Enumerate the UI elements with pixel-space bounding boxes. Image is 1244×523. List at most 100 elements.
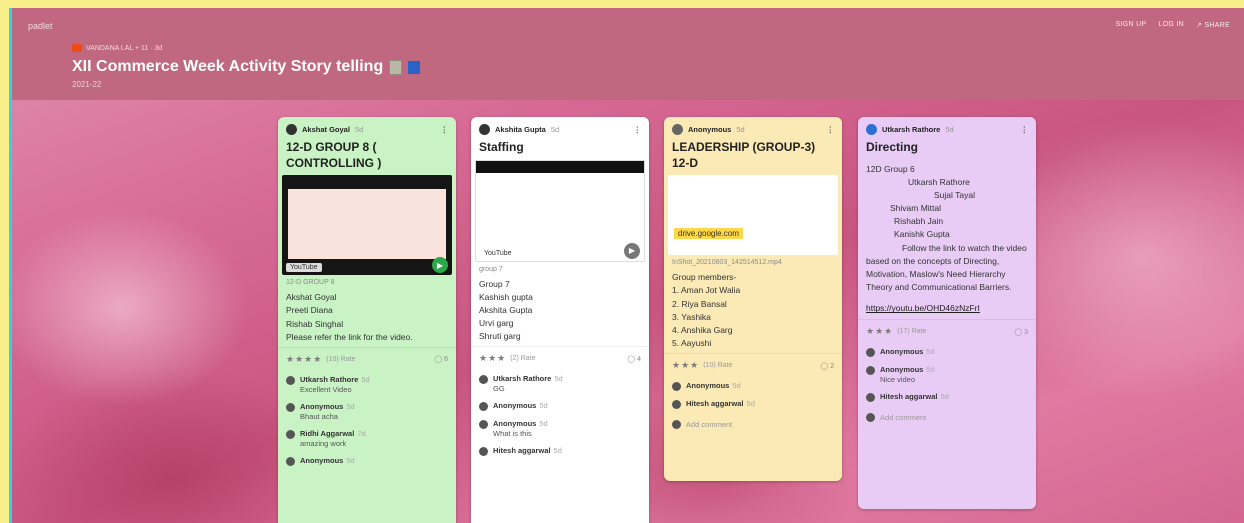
share-label: SHARE xyxy=(1204,22,1230,29)
star-rating-icon[interactable]: ★★★ xyxy=(479,353,506,364)
body-line: Please refer the link for the video. xyxy=(286,331,413,342)
post-card-controlling[interactable]: Akshat Goyal 5d ⋮ 12-D GROUP 8 ( CONTROL… xyxy=(278,117,456,523)
post-author: Akshita Gupta xyxy=(495,125,546,134)
author-avatar xyxy=(286,124,297,135)
post-menu-icon[interactable]: ⋮ xyxy=(1021,125,1029,134)
body-line: 2. Riya Bansal xyxy=(672,298,727,309)
star-rating-icon[interactable]: ★★★ xyxy=(672,360,699,371)
comment-time: 5d xyxy=(346,401,355,411)
post-title: 12-D GROUP 8 ( CONTROLLING ) xyxy=(286,140,382,170)
body-line: Urvi garg xyxy=(479,318,514,329)
commenter-avatar xyxy=(479,420,488,430)
comment-time: 5d xyxy=(553,446,562,456)
comment: Anonymous 5d Bhaut acha xyxy=(278,398,456,425)
commenter-avatar xyxy=(286,429,295,439)
comment-time: 5d xyxy=(554,374,563,384)
body-line: Sujal Tayal xyxy=(934,189,975,200)
body-line: Preeti Diana xyxy=(286,305,333,316)
comment: Anonymous 5d xyxy=(858,343,1036,361)
padlet-board: padlet SIGN UP LOG IN ↗ SHARE VANDANA LA… xyxy=(9,8,1244,523)
star-rating-icon[interactable]: ★★★★ xyxy=(286,354,322,365)
book-emoji-icon xyxy=(389,59,403,75)
commenter-avatar xyxy=(866,366,875,376)
video-thumbnail[interactable]: YouTube ▶ xyxy=(282,175,452,276)
share-button[interactable]: ↗ SHARE xyxy=(1196,21,1230,29)
comment: Anonymous 5d xyxy=(664,377,842,395)
commenter-name: Anonymous xyxy=(300,455,344,465)
post-menu-icon[interactable]: ⋮ xyxy=(441,125,449,134)
body-line: 3. Yashika xyxy=(672,311,711,322)
comment-text: GG xyxy=(493,384,505,394)
comment-text: Excellent Video xyxy=(300,384,352,394)
thumbnail-source-label: YouTube xyxy=(480,248,516,258)
rating-text[interactable]: (10) Rate xyxy=(326,356,355,363)
user-avatar xyxy=(672,420,681,430)
commenter-name: Anonymous xyxy=(493,401,537,411)
sign-up-link[interactable]: SIGN UP xyxy=(1116,21,1147,29)
attachment-caption: group 7 xyxy=(479,265,503,273)
comment-count-value: 2 xyxy=(830,362,834,370)
commenter-name: Anonymous xyxy=(880,365,924,375)
comment-time: 5d xyxy=(926,365,935,375)
commenter-avatar xyxy=(286,375,295,385)
rating-text[interactable]: (10) Rate xyxy=(703,362,732,369)
blue-book-emoji-icon xyxy=(408,60,421,74)
post-card-directing[interactable]: Utkarsh Rathore 5d ⋮ Directing 12D Group… xyxy=(858,117,1036,509)
comment-time: 5d xyxy=(940,392,949,402)
body-line: 12D Group 6 xyxy=(866,163,915,174)
comment: Anonymous 5d xyxy=(471,397,649,415)
body-line: 4. Anshika Garg xyxy=(672,324,733,335)
video-thumbnail[interactable]: YouTube ▶ xyxy=(475,159,645,262)
comment-count: ◯ 2 xyxy=(820,362,834,370)
comment-time: 5d xyxy=(539,419,548,429)
padlet-logo[interactable]: padlet xyxy=(28,21,53,31)
comment: Anonymous 5d xyxy=(278,452,456,470)
rating-text[interactable]: (2) Rate xyxy=(510,355,535,362)
board-header: padlet SIGN UP LOG IN ↗ SHARE VANDANA LA… xyxy=(12,8,1244,100)
post-menu-icon[interactable]: ⋮ xyxy=(634,125,642,134)
body-line: Akshat Goyal xyxy=(286,292,337,303)
log-in-link[interactable]: LOG IN xyxy=(1158,21,1184,29)
attachment-caption: InShot_20210803_142514512.mp4 xyxy=(672,259,782,267)
post-menu-icon[interactable]: ⋮ xyxy=(827,125,835,134)
body-line: Follow the link to watch the video based… xyxy=(866,242,1027,293)
body-line: Kashish gupta xyxy=(479,291,533,302)
user-avatar xyxy=(866,413,875,423)
comment-text: Bhaut acha xyxy=(300,411,338,421)
post-title: Staffing xyxy=(479,140,524,154)
commenter-avatar xyxy=(479,375,488,385)
play-icon[interactable]: ▶ xyxy=(432,257,448,274)
body-line: Utkarsh Rathore xyxy=(908,176,970,187)
video-link[interactable]: https://youtu.be/OHD46zNzFrI xyxy=(858,297,1036,319)
comment-time: 5d xyxy=(732,381,741,391)
attachment-caption: 12-D GROUP 8 xyxy=(286,279,335,287)
add-comment-placeholder: Add comment xyxy=(686,419,733,429)
board-title-text: XII Commerce Week Activity Story telling xyxy=(72,58,384,75)
post-header: Utkarsh Rathore 5d ⋮ xyxy=(858,117,1036,137)
play-icon[interactable]: ▶ xyxy=(624,242,640,259)
commenter-avatar xyxy=(479,447,488,457)
add-comment-input[interactable]: Add comment xyxy=(664,413,842,435)
post-card-staffing[interactable]: Akshita Gupta 5d ⋮ Staffing YouTube ▶ gr… xyxy=(471,117,649,523)
post-title: LEADERSHIP (GROUP-3) 12-D xyxy=(672,140,816,170)
thumbnail-top-bar xyxy=(476,160,644,173)
add-comment-input[interactable]: Add comment xyxy=(858,406,1036,428)
rating-text[interactable]: (17) Rate xyxy=(897,328,926,335)
post-body: 12D Group 6 Utkarsh Rathore Sujal Tayal … xyxy=(858,160,1036,298)
rating-row: ★★★★ (10) Rate ◯ 6 xyxy=(278,346,456,371)
comment: Hitesh aggarwal 5d xyxy=(858,388,1036,406)
author-avatar xyxy=(866,124,877,135)
commenter-name: Anonymous xyxy=(880,347,924,357)
comment-count-value: 6 xyxy=(444,356,448,364)
post-time: 5d xyxy=(354,125,364,134)
commenter-name: Utkarsh Rathore xyxy=(493,374,552,384)
post-time: 5d xyxy=(736,125,745,134)
post-card-leadership[interactable]: Anonymous 5d ⋮ LEADERSHIP (GROUP-3) 12-D… xyxy=(664,117,842,481)
post-author: Anonymous xyxy=(688,125,732,134)
comment-time: 7d xyxy=(357,428,366,438)
comment: Utkarsh Rathore 5d Excellent Video xyxy=(278,371,456,398)
post-time: 5d xyxy=(945,125,954,134)
body-line: Group members- xyxy=(672,272,737,283)
star-rating-icon[interactable]: ★★★ xyxy=(866,326,893,337)
file-thumbnail[interactable]: drive.google.com xyxy=(668,175,838,256)
